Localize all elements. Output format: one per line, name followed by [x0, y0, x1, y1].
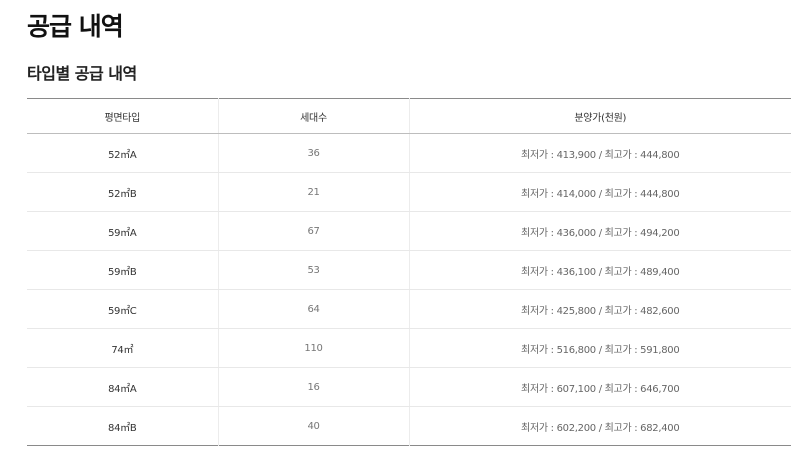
unit-count-cell: 40 — [217, 406, 409, 446]
price-cell: 최저가 : 414,000 / 최고가 : 444,800 — [408, 172, 791, 212]
unit-count-cell: 36 — [217, 133, 409, 173]
unit-count-cell: 16 — [217, 367, 409, 407]
floor-type-cell: 59㎡B — [27, 250, 218, 290]
price-cell: 최저가 : 436,100 / 최고가 : 489,400 — [408, 250, 791, 290]
price-cell: 최저가 : 413,900 / 최고가 : 444,800 — [408, 133, 791, 173]
floor-type-cell: 59㎡C — [27, 289, 218, 329]
table-row: 59㎡C 64 최저가 : 425,800 / 최고가 : 482,600 — [27, 289, 791, 329]
floor-type-cell: 74㎡ — [27, 328, 218, 368]
table-row: 84㎡A 16 최저가 : 607,100 / 최고가 : 646,700 — [27, 367, 791, 407]
floor-type-cell: 84㎡B — [108, 422, 137, 434]
table-row: 74㎡ 110 최저가 : 516,800 / 최고가 : 591,800 — [27, 328, 791, 368]
header-unit-count: 세대수 — [217, 98, 409, 134]
price-cell: 최저가 : 425,800 / 최고가 : 482,600 — [408, 289, 791, 329]
supply-table: 평면타입 세대수 분양가(천원) 52㎡A 36 최저가 : 413,900 /… — [27, 98, 791, 446]
price-cell: 최저가 : 436,000 / 최고가 : 494,200 — [408, 211, 791, 251]
price-cell: 최저가 : 602,200 / 최고가 : 682,400 — [408, 406, 791, 446]
section-title: 타입별 공급 내역 — [27, 64, 137, 83]
table-row: 59㎡B 53 최저가 : 436,100 / 최고가 : 489,400 — [27, 250, 791, 290]
table-row: 84㎡B 40 최저가 : 602,200 / 최고가 : 682,400 — [27, 406, 791, 446]
page-title: 공급 내역 — [27, 12, 124, 41]
unit-count-cell: 53 — [217, 250, 409, 290]
table-header-row: 평면타입 세대수 분양가(천원) — [27, 98, 791, 134]
price-cell: 최저가 : 607,100 / 최고가 : 646,700 — [408, 367, 791, 407]
unit-count-cell: 64 — [217, 289, 409, 329]
price-cell: 최저가 : 516,800 / 최고가 : 591,800 — [408, 328, 791, 368]
header-floor-type: 평면타입 — [27, 98, 218, 134]
floor-type-cell: 52㎡A — [27, 133, 218, 173]
table-row: 52㎡A 36 최저가 : 413,900 / 최고가 : 444,800 — [27, 133, 791, 173]
table-row: 52㎡B 21 최저가 : 414,000 / 최고가 : 444,800 — [27, 172, 791, 212]
supply-table-container: 평면타입 세대수 분양가(천원) 52㎡A 36 최저가 : 413,900 /… — [27, 98, 791, 446]
floor-type-cell: 59㎡A — [27, 211, 218, 251]
header-sale-price: 분양가(천원) — [408, 98, 791, 134]
unit-count-cell: 67 — [217, 211, 409, 251]
unit-count-cell: 110 — [217, 328, 409, 368]
floor-type-cell: 84㎡A — [27, 367, 218, 407]
table-row: 59㎡A 67 최저가 : 436,000 / 최고가 : 494,200 — [27, 211, 791, 251]
unit-count-cell: 21 — [217, 172, 409, 212]
floor-type-cell: 52㎡B — [27, 172, 218, 212]
